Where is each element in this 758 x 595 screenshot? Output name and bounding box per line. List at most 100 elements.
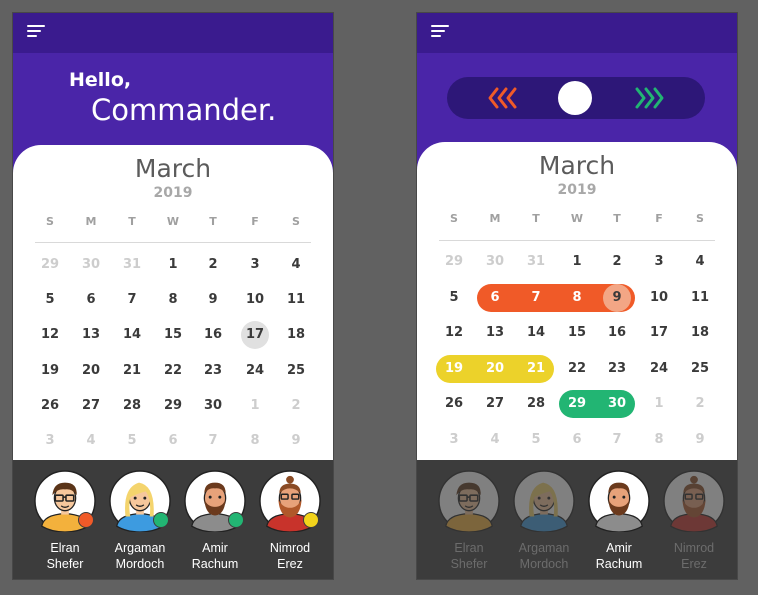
calendar-day[interactable]: 23 <box>195 358 231 384</box>
calendar-day[interactable]: 31 <box>114 252 150 278</box>
avatar[interactable] <box>663 470 725 533</box>
calendar-day[interactable]: 5 <box>436 285 472 311</box>
avatar[interactable] <box>513 470 575 533</box>
calendar-day[interactable]: 26 <box>32 393 68 419</box>
calendar-day[interactable]: 7 <box>114 287 150 313</box>
avatar[interactable] <box>184 470 246 533</box>
calendar-day[interactable]: 5 <box>518 427 554 453</box>
calendar-day[interactable]: 5 <box>114 428 150 454</box>
person-card[interactable]: Argaman Mordoch <box>102 470 178 575</box>
calendar-day[interactable]: 10 <box>641 285 677 311</box>
calendar-day[interactable]: 9 <box>195 287 231 313</box>
calendar-day[interactable]: 14 <box>114 322 150 348</box>
calendar-day[interactable]: 11 <box>682 285 718 311</box>
calendar-day[interactable]: 16 <box>599 320 635 346</box>
avatar[interactable] <box>109 470 171 533</box>
calendar-day[interactable]: 2 <box>195 252 231 278</box>
calendar-day[interactable]: 22 <box>155 358 191 384</box>
calendar-day[interactable]: 29 <box>32 252 68 278</box>
calendar-day[interactable]: 8 <box>237 428 273 454</box>
calendar-day[interactable]: 7 <box>518 285 554 311</box>
calendar-day[interactable]: 3 <box>237 252 273 278</box>
calendar-day[interactable]: 18 <box>682 320 718 346</box>
calendar-day[interactable]: 1 <box>237 393 273 419</box>
calendar-day[interactable]: 16 <box>195 322 231 348</box>
calendar-day[interactable]: 12 <box>32 322 68 348</box>
calendar-day[interactable]: 28 <box>518 391 554 417</box>
calendar-day[interactable]: 1 <box>155 252 191 278</box>
calendar-day[interactable]: 17 <box>641 320 677 346</box>
calendar-day[interactable]: 6 <box>73 287 109 313</box>
calendar-day[interactable]: 19 <box>32 358 68 384</box>
calendar-day[interactable]: 2 <box>682 391 718 417</box>
calendar-day[interactable]: 15 <box>559 320 595 346</box>
calendar-day[interactable]: 30 <box>599 391 635 417</box>
calendar-day[interactable]: 25 <box>278 358 314 384</box>
calendar-day[interactable]: 4 <box>73 428 109 454</box>
calendar-day[interactable]: 22 <box>559 356 595 382</box>
calendar-day[interactable]: 28 <box>114 393 150 419</box>
person-card[interactable]: Elran Shefer <box>431 470 507 575</box>
calendar-day[interactable]: 2 <box>278 393 314 419</box>
avatar[interactable] <box>34 470 96 533</box>
direction-slider[interactable] <box>447 77 705 119</box>
person-card[interactable]: Nimrod Erez <box>656 470 732 575</box>
person-card[interactable]: Amir Rachum <box>177 470 253 575</box>
calendar-day[interactable]: 24 <box>237 358 273 384</box>
calendar-day[interactable]: 6 <box>155 428 191 454</box>
calendar-day[interactable]: 17 <box>237 322 273 348</box>
calendar-day[interactable]: 9 <box>682 427 718 453</box>
calendar-day[interactable]: 9 <box>599 285 635 311</box>
person-card[interactable]: Nimrod Erez <box>252 470 328 575</box>
calendar-day[interactable]: 27 <box>477 391 513 417</box>
calendar-day[interactable]: 29 <box>559 391 595 417</box>
calendar-day[interactable]: 19 <box>436 356 472 382</box>
calendar-day[interactable]: 9 <box>278 428 314 454</box>
calendar-day[interactable]: 20 <box>73 358 109 384</box>
person-card[interactable]: Amir Rachum <box>581 470 657 575</box>
calendar-day[interactable]: 8 <box>641 427 677 453</box>
calendar-day[interactable]: 1 <box>559 249 595 275</box>
calendar-day[interactable]: 20 <box>477 356 513 382</box>
avatar[interactable] <box>259 470 321 533</box>
calendar-day[interactable]: 5 <box>32 287 68 313</box>
menu-icon[interactable] <box>27 25 45 39</box>
calendar-day[interactable]: 13 <box>73 322 109 348</box>
calendar-day[interactable]: 3 <box>436 427 472 453</box>
calendar-day[interactable]: 8 <box>155 287 191 313</box>
calendar-day[interactable]: 2 <box>599 249 635 275</box>
calendar-day[interactable]: 8 <box>559 285 595 311</box>
calendar-day[interactable]: 29 <box>436 249 472 275</box>
calendar-day[interactable]: 7 <box>195 428 231 454</box>
avatar[interactable] <box>588 470 650 533</box>
calendar-day[interactable]: 29 <box>155 393 191 419</box>
calendar-day[interactable]: 6 <box>559 427 595 453</box>
calendar-day[interactable]: 30 <box>477 249 513 275</box>
chevrons-right-icon[interactable] <box>633 86 665 110</box>
person-card[interactable]: Elran Shefer <box>27 470 103 575</box>
calendar-day[interactable]: 24 <box>641 356 677 382</box>
calendar-day[interactable]: 11 <box>278 287 314 313</box>
calendar-day[interactable]: 4 <box>477 427 513 453</box>
calendar-day[interactable]: 30 <box>73 252 109 278</box>
calendar-day[interactable]: 18 <box>278 322 314 348</box>
calendar-day[interactable]: 21 <box>518 356 554 382</box>
calendar-day[interactable]: 31 <box>518 249 554 275</box>
calendar-day[interactable]: 1 <box>641 391 677 417</box>
calendar-day[interactable]: 6 <box>477 285 513 311</box>
calendar-day[interactable]: 13 <box>477 320 513 346</box>
calendar-day[interactable]: 15 <box>155 322 191 348</box>
calendar-day[interactable]: 26 <box>436 391 472 417</box>
menu-icon[interactable] <box>431 25 449 39</box>
calendar-day[interactable]: 12 <box>436 320 472 346</box>
avatar[interactable] <box>438 470 500 533</box>
calendar-day[interactable]: 3 <box>641 249 677 275</box>
calendar-day[interactable]: 4 <box>278 252 314 278</box>
chevrons-left-icon[interactable] <box>487 86 519 110</box>
slider-knob[interactable] <box>558 81 592 115</box>
calendar-day[interactable]: 14 <box>518 320 554 346</box>
calendar-day[interactable]: 27 <box>73 393 109 419</box>
calendar-day[interactable]: 23 <box>599 356 635 382</box>
calendar-day[interactable]: 3 <box>32 428 68 454</box>
calendar-day[interactable]: 21 <box>114 358 150 384</box>
